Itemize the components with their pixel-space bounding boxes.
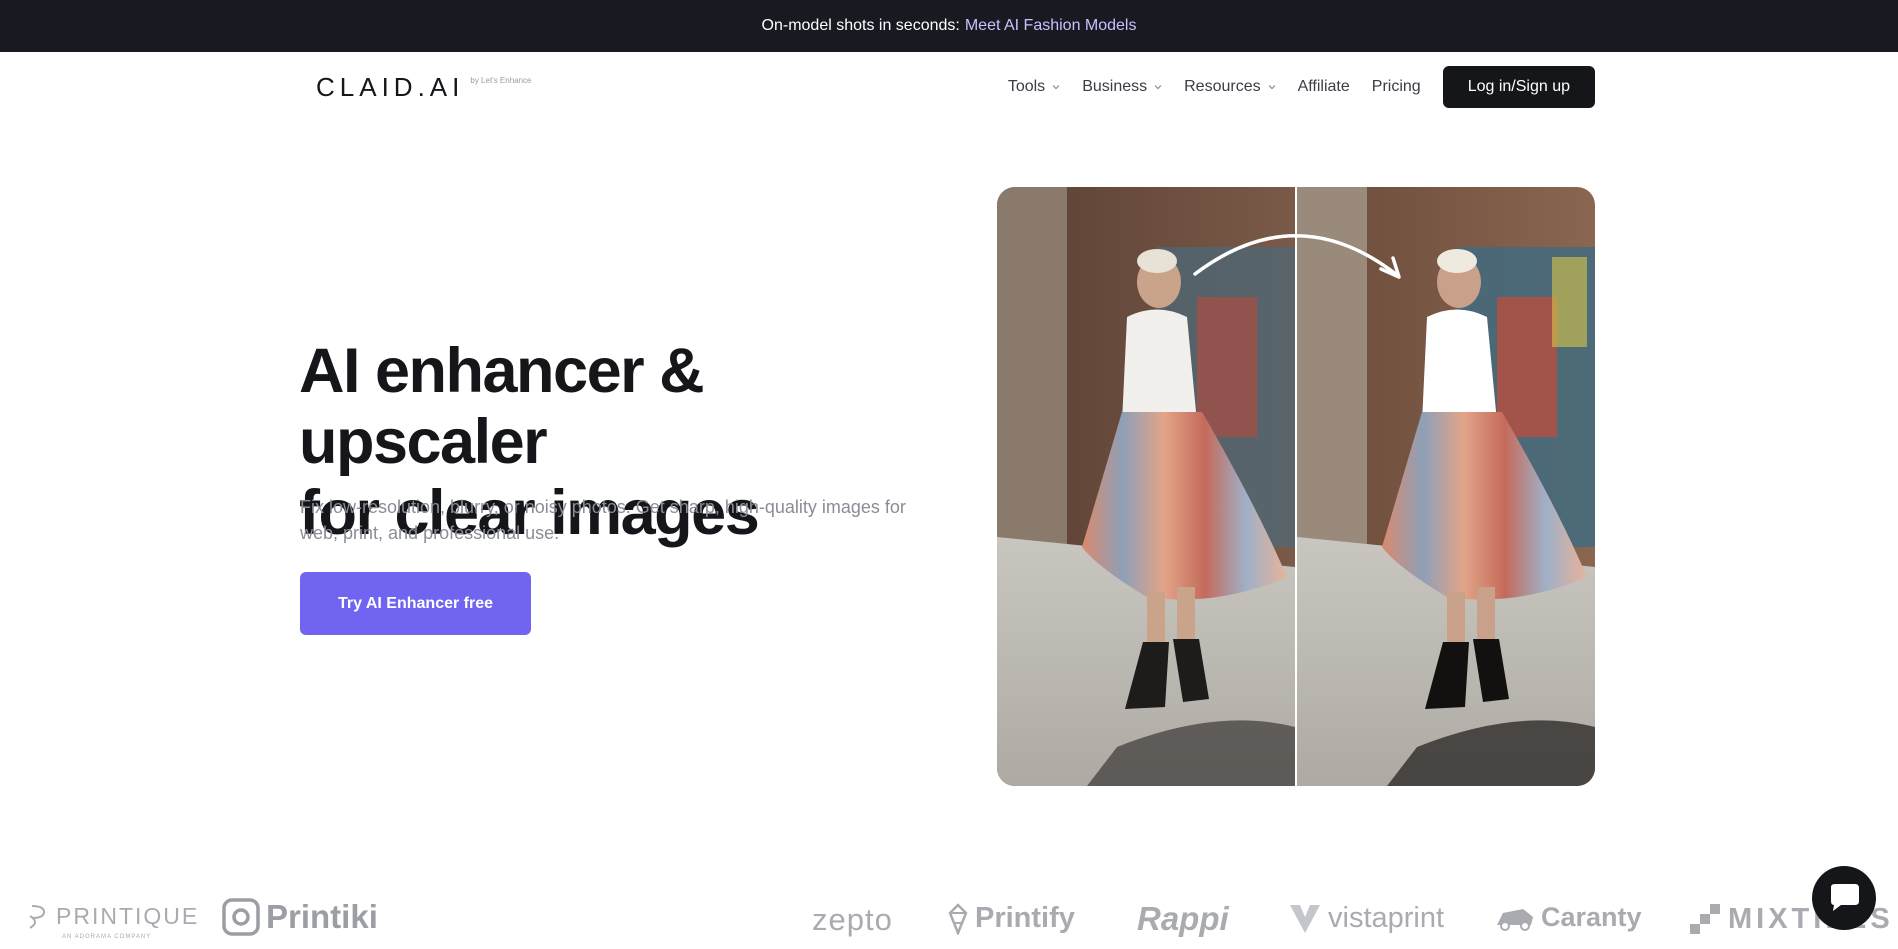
mixtiles-icon bbox=[1690, 904, 1720, 934]
login-signup-button[interactable]: Log in/Sign up bbox=[1442, 66, 1595, 108]
chat-icon bbox=[1831, 884, 1859, 911]
chevron-down-icon bbox=[1268, 85, 1276, 90]
partner-logos: PRINTIQUE AN ADORAMA COMPANY Printiki ze… bbox=[0, 890, 1898, 949]
comparison-image bbox=[997, 187, 1595, 786]
hero-subtitle: Fix low-resolution, blurry, or noisy pho… bbox=[300, 497, 906, 543]
nav-affiliate-label: Affiliate bbox=[1297, 78, 1350, 95]
chevron-down-icon bbox=[1052, 85, 1060, 90]
nav-tools[interactable]: Tools bbox=[1008, 78, 1060, 96]
printique-text: PRINTIQUE bbox=[56, 902, 200, 929]
chevron-down-icon bbox=[1154, 85, 1162, 90]
site-header: CLAID.AI by Let's Enhance Tools Business… bbox=[0, 52, 1898, 120]
nav-resources[interactable]: Resources bbox=[1184, 78, 1276, 96]
logo-wordmark: CLAID.AI bbox=[316, 72, 465, 102]
caranty-icon bbox=[1497, 908, 1533, 931]
nav-business[interactable]: Business bbox=[1082, 78, 1162, 96]
printiki-text: Printiki bbox=[266, 898, 378, 935]
chat-launcher-button[interactable] bbox=[1812, 866, 1876, 930]
logo[interactable]: CLAID.AI by Let's Enhance bbox=[316, 72, 532, 102]
logo-zepto: zepto bbox=[812, 902, 893, 937]
comparison-divider[interactable] bbox=[1295, 187, 1297, 786]
logo-caranty: Caranty bbox=[1495, 902, 1642, 933]
nav-pricing[interactable]: Pricing bbox=[1372, 78, 1421, 96]
logo-printique: PRINTIQUE AN ADORAMA COMPANY bbox=[26, 902, 200, 940]
try-ai-enhancer-button[interactable]: Try AI Enhancer free bbox=[300, 572, 531, 635]
vistaprint-icon bbox=[1290, 904, 1320, 933]
announcement-link[interactable]: Meet AI Fashion Models bbox=[965, 17, 1137, 35]
vistaprint-text: vistaprint bbox=[1328, 902, 1445, 934]
nav-affiliate[interactable]: Affiliate bbox=[1298, 78, 1350, 96]
main-nav: Tools Business Resources Affiliate Prici… bbox=[1008, 66, 1595, 108]
printify-text: Printify bbox=[975, 902, 1075, 934]
printique-subtext: AN ADORAMA COMPANY bbox=[62, 934, 152, 940]
before-image bbox=[997, 187, 1297, 786]
printiki-icon bbox=[222, 898, 260, 936]
logo-rappi: Rappi bbox=[1137, 900, 1229, 937]
after-image bbox=[1297, 187, 1595, 786]
logo-vistaprint: vistaprint bbox=[1288, 902, 1444, 935]
nav-pricing-label: Pricing bbox=[1371, 78, 1421, 95]
caranty-text: Caranty bbox=[1541, 902, 1642, 932]
announcement-bar: On-model shots in seconds: Meet AI Fashi… bbox=[0, 0, 1898, 52]
logo-tagline: by Let's Enhance bbox=[470, 76, 532, 85]
before-after-comparison[interactable] bbox=[997, 187, 1595, 786]
nav-tools-label: Tools bbox=[1007, 78, 1046, 95]
printify-icon bbox=[948, 902, 968, 935]
nav-resources-label: Resources bbox=[1184, 78, 1261, 95]
announcement-text: On-model shots in seconds: bbox=[761, 17, 960, 34]
nav-business-label: Business bbox=[1082, 78, 1148, 95]
logo-printify: Printify bbox=[947, 902, 1075, 935]
logo-printiki: Printiki bbox=[222, 898, 378, 936]
hero-title-line-1: AI enhancer & upscaler bbox=[299, 336, 705, 477]
printique-icon bbox=[29, 905, 46, 929]
